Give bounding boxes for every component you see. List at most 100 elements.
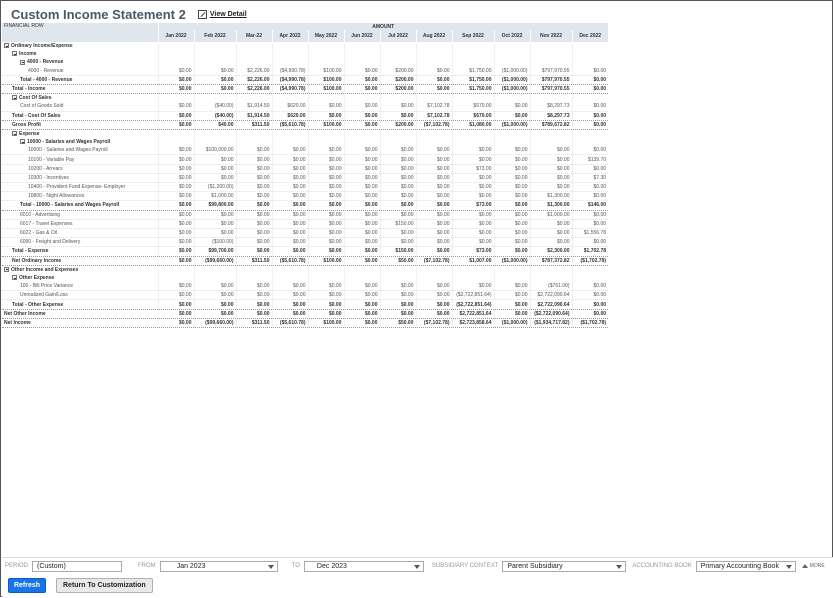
amount-cell[interactable]: $1,080.00 <box>451 120 494 130</box>
amount-cell[interactable]: $2,226.00 <box>235 75 272 85</box>
amount-cell[interactable]: $0.00 <box>157 318 194 329</box>
amount-cell[interactable]: $0.00 <box>157 210 194 220</box>
amount-cell[interactable]: $0.00 <box>157 120 194 130</box>
amount-cell[interactable]: $150.00 <box>379 246 416 257</box>
amount-cell[interactable]: $0.00 <box>379 228 416 239</box>
amount-cell[interactable]: $0.00 <box>415 290 452 301</box>
amount-cell[interactable]: $0.00 <box>271 146 308 156</box>
amount-cell[interactable]: $0.00 <box>235 237 272 248</box>
amount-cell[interactable]: $0.00 <box>415 191 452 202</box>
amount-cell[interactable]: $0.00 <box>493 219 530 229</box>
amount-cell[interactable]: $0.00 <box>307 146 344 156</box>
amount-cell[interactable]: ($5,610.78) <box>271 318 308 329</box>
refresh-button[interactable]: Refresh <box>8 578 46 593</box>
amount-cell[interactable]: $0.00 <box>343 146 380 156</box>
amount-cell[interactable]: $0.00 <box>379 282 416 292</box>
amount-cell[interactable]: $0.00 <box>415 246 452 257</box>
amount-cell[interactable]: $0.00 <box>493 173 530 184</box>
amount-cell[interactable]: $0.00 <box>343 164 380 174</box>
amount-cell[interactable]: $7.30 <box>571 173 609 184</box>
amount-cell[interactable]: $0.00 <box>571 309 609 319</box>
amount-cell[interactable]: $0.00 <box>343 120 380 130</box>
amount-cell[interactable]: $100.00 <box>307 75 344 85</box>
amount-cell[interactable]: $0.00 <box>571 120 609 130</box>
amount-cell[interactable]: $0.00 <box>343 66 380 76</box>
amount-cell[interactable]: $0.00 <box>493 164 530 174</box>
amount-cell[interactable]: $2,722,090.64 <box>529 299 572 310</box>
amount-cell[interactable]: $0.00 <box>235 146 272 156</box>
amount-cell[interactable]: $0.00 <box>379 173 416 184</box>
amount-cell[interactable]: $0.00 <box>193 210 236 220</box>
amount-cell[interactable]: $0.00 <box>493 309 530 319</box>
amount-cell[interactable]: $311.50 <box>235 120 272 130</box>
amount-cell[interactable]: $0.00 <box>451 210 494 220</box>
amount-cell[interactable]: $0.00 <box>571 191 609 202</box>
amount-cell[interactable]: $1,702.78 <box>571 246 609 257</box>
amount-cell[interactable]: $150.00 <box>379 219 416 229</box>
amount-cell[interactable]: $100.00 <box>307 66 344 76</box>
amount-cell[interactable]: $200.00 <box>379 120 416 130</box>
amount-cell[interactable]: $2,722,851.64 <box>451 309 494 319</box>
amount-cell[interactable]: $0.00 <box>343 200 380 211</box>
amount-cell[interactable]: $0.00 <box>307 237 344 248</box>
amount-cell[interactable]: ($1,000.00) <box>493 75 530 85</box>
amount-cell[interactable]: $1,750.00 <box>451 66 494 76</box>
amount-cell[interactable]: $0.00 <box>571 102 609 112</box>
accounting-book-select[interactable]: Primary Accounting Book <box>695 560 796 572</box>
amount-cell[interactable]: $0.00 <box>493 191 530 202</box>
collapse-icon[interactable] <box>12 131 17 137</box>
amount-cell[interactable]: $0.00 <box>415 182 452 193</box>
amount-cell[interactable]: $0.00 <box>415 282 452 292</box>
amount-cell[interactable]: $0.00 <box>307 191 344 202</box>
amount-cell[interactable]: $0.00 <box>343 84 380 95</box>
amount-cell[interactable]: $0.00 <box>343 282 380 292</box>
amount-cell[interactable]: $1,914.50 <box>235 111 272 121</box>
amount-cell[interactable]: $0.00 <box>451 182 494 193</box>
amount-cell[interactable]: $0.00 <box>271 210 308 220</box>
amount-cell[interactable]: $1,556.78 <box>571 228 609 239</box>
amount-cell[interactable]: $0.00 <box>307 299 344 310</box>
amount-cell[interactable]: $0.00 <box>343 228 380 239</box>
amount-cell[interactable]: $0.00 <box>529 154 572 165</box>
period-select[interactable]: (Custom) <box>32 560 123 572</box>
amount-cell[interactable]: $311.50 <box>235 256 272 266</box>
amount-cell[interactable]: $0.00 <box>343 173 380 184</box>
amount-cell[interactable]: ($2,722,851.64) <box>451 299 494 310</box>
amount-cell[interactable]: $620.00 <box>271 102 308 112</box>
amount-cell[interactable]: $0.00 <box>415 84 452 95</box>
amount-cell[interactable]: $0.00 <box>157 173 194 184</box>
amount-cell[interactable]: $73.00 <box>451 200 494 211</box>
amount-cell[interactable]: $0.00 <box>193 75 236 85</box>
amount-cell[interactable]: $0.00 <box>493 200 530 211</box>
amount-cell[interactable]: $0.00 <box>271 246 308 257</box>
amount-cell[interactable]: $0.00 <box>571 282 609 292</box>
amount-cell[interactable]: $0.00 <box>271 237 308 248</box>
amount-cell[interactable]: $0.00 <box>529 182 572 193</box>
amount-cell[interactable]: ($5,610.78) <box>271 120 308 130</box>
amount-cell[interactable]: $0.00 <box>157 228 194 239</box>
amount-cell[interactable]: $0.00 <box>493 228 530 239</box>
amount-cell[interactable]: $0.00 <box>379 299 416 310</box>
amount-cell[interactable]: $670.00 <box>451 102 494 112</box>
amount-cell[interactable]: $0.00 <box>157 84 194 95</box>
column-header[interactable]: Feb 2022 <box>193 30 236 42</box>
amount-cell[interactable]: $0.00 <box>415 164 452 174</box>
subsidiary-select[interactable]: Parent Subsidiary <box>502 560 627 572</box>
amount-cell[interactable]: $7,102.78 <box>415 111 452 121</box>
amount-cell[interactable]: $0.00 <box>307 246 344 257</box>
amount-cell[interactable]: $0.00 <box>235 219 272 229</box>
amount-cell[interactable]: $0.00 <box>235 246 272 257</box>
amount-cell[interactable]: $0.00 <box>157 154 194 165</box>
amount-cell[interactable]: $0.00 <box>157 237 194 248</box>
amount-cell[interactable]: $0.00 <box>493 154 530 165</box>
column-header[interactable]: Nov 2022 <box>529 30 572 42</box>
amount-cell[interactable]: ($1,000.00) <box>493 66 530 76</box>
amount-cell[interactable]: $0.00 <box>271 299 308 310</box>
amount-cell[interactable]: ($2,722,090.64) <box>529 309 572 319</box>
amount-cell[interactable]: $100.00 <box>307 256 344 266</box>
amount-cell[interactable]: $0.00 <box>157 309 194 319</box>
amount-cell[interactable]: $0.00 <box>493 282 530 292</box>
collapse-icon[interactable] <box>12 51 17 57</box>
amount-cell[interactable]: $0.00 <box>571 182 609 193</box>
amount-cell[interactable]: ($1,702.78) <box>571 318 609 329</box>
